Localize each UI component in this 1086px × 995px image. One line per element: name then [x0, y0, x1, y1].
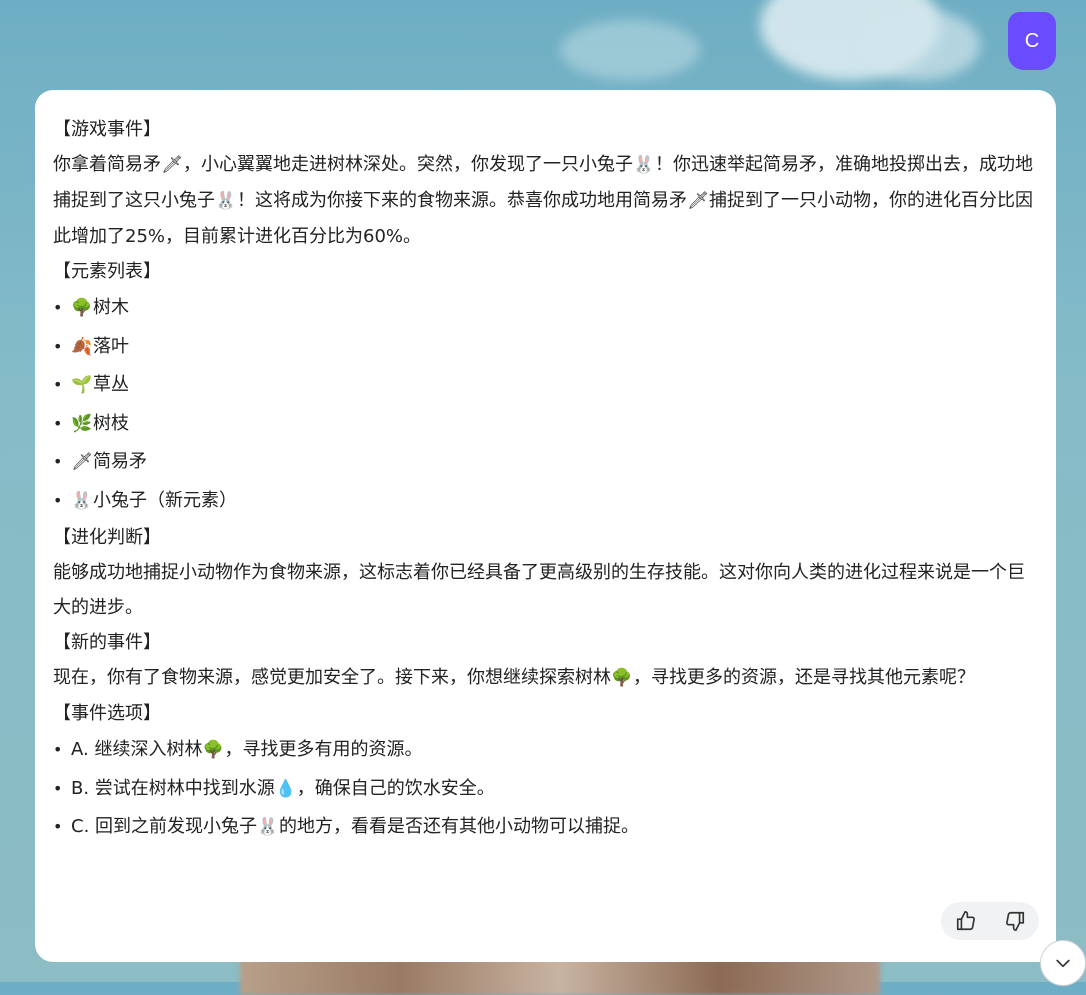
thumbs-up-button[interactable] [952, 907, 980, 935]
event-heading: 【游戏事件】 [53, 119, 161, 140]
thumbs-down-icon [1005, 911, 1024, 931]
spear-icon: 🗡 [161, 155, 183, 175]
avatar-initial: C [1024, 29, 1040, 52]
spear-icon: 🗡 [687, 191, 709, 211]
seedling-icon: 🌱 [71, 375, 93, 395]
list-item: 🐰小兔子（新元素） [53, 482, 1038, 521]
rabbit-icon: 🐰 [633, 155, 655, 175]
tree-icon: 🌳 [202, 740, 225, 760]
list-item: 🌳树木 [53, 289, 1038, 328]
fallen-leaf-icon: 🍂 [71, 336, 93, 357]
option-item: A. 继续深入树林🌳，寻找更多有用的资源。 [53, 731, 1038, 770]
tree-icon: 🌳 [71, 298, 93, 318]
option-item: B. 尝试在树林中找到水源💧，确保自己的饮水安全。 [53, 770, 1038, 809]
rabbit-icon: 🐰 [71, 490, 93, 511]
list-item: 🗡简易矛 [53, 443, 1038, 482]
rabbit-icon: 🐰 [215, 191, 237, 211]
herb-icon: 🌿 [71, 413, 93, 434]
user-avatar[interactable]: C [1008, 12, 1056, 70]
assistant-message-card: 【游戏事件】 你拿着简易矛🗡，小心翼翼地走进树林深处。突然，你发现了一只小兔子🐰… [35, 90, 1056, 962]
background-cloud [560, 20, 700, 80]
feedback-bar [941, 902, 1039, 940]
background-cloud [860, 10, 980, 80]
thumbs-up-icon [956, 911, 975, 931]
thumbs-down-button[interactable] [1001, 907, 1029, 935]
list-item: 🌿树枝 [53, 405, 1038, 444]
rabbit-icon: 🐰 [257, 817, 279, 837]
tree-icon: 🌳 [611, 668, 633, 688]
droplet-icon: 💧 [275, 778, 297, 799]
spear-icon: 🗡 [71, 452, 93, 472]
elements-heading: 【元素列表】 [53, 261, 161, 282]
scroll-down-button[interactable] [1040, 940, 1086, 986]
new-event-heading: 【新的事件】 [53, 632, 161, 653]
chevron-down-icon [1056, 959, 1070, 968]
elements-list: 🌳树木 🍂落叶 🌱草丛 🌿树枝 🗡简易矛 🐰小兔子（新元素） [53, 289, 1038, 520]
list-item: 🍂落叶 [53, 328, 1038, 367]
evolution-text: 能够成功地捕捉小动物作为食物来源，这标志着你已经具备了更高级别的生存技能。这对你… [53, 562, 1025, 618]
new-event-text: 现在，你有了食物来源，感觉更加安全了。接下来，你想继续探索树林🌳，寻找更多的资源… [53, 660, 1038, 696]
options-heading: 【事件选项】 [53, 703, 161, 724]
list-item: 🌱草丛 [53, 366, 1038, 405]
option-item: C. 回到之前发现小兔子🐰的地方，看看是否还有其他小动物可以捕捉。 [53, 808, 1038, 847]
evolution-heading: 【进化判断】 [53, 527, 161, 548]
options-list: A. 继续深入树林🌳，寻找更多有用的资源。 B. 尝试在树林中找到水源💧，确保自… [53, 731, 1038, 847]
event-text: 你拿着简易矛🗡，小心翼翼地走进树林深处。突然，你发现了一只小兔子🐰！你迅速举起简… [53, 147, 1038, 254]
